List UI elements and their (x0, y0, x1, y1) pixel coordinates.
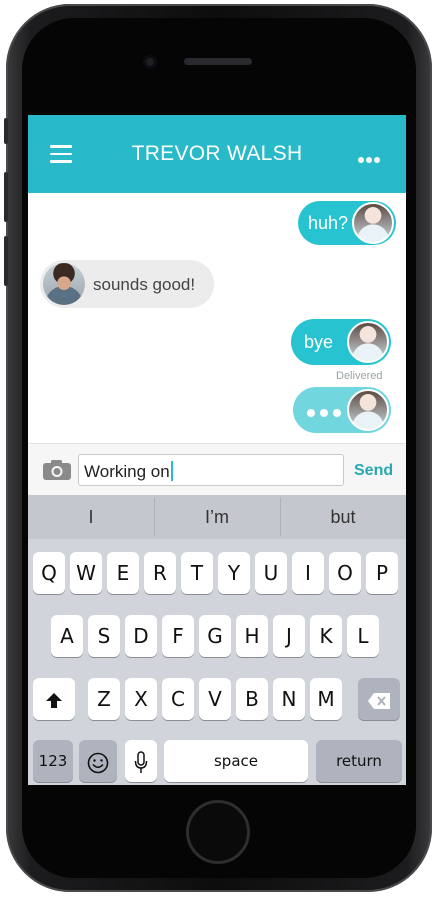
key-x[interactable]: X (125, 678, 157, 720)
avatar (347, 389, 389, 431)
suggestion-1[interactable]: I (28, 507, 154, 528)
key-y[interactable]: Y (218, 552, 250, 594)
avatar (347, 321, 389, 363)
key-r[interactable]: R (144, 552, 176, 594)
message-bubble-outgoing: bye (291, 319, 391, 365)
emoji-icon (87, 752, 109, 773)
backspace-icon (368, 692, 390, 709)
key-t[interactable]: T (181, 552, 213, 594)
message-input-value: Working on (84, 462, 170, 481)
message-text: sounds good! (93, 275, 196, 294)
key-b[interactable]: B (236, 678, 268, 720)
key-i[interactable]: I (292, 552, 324, 594)
key-q[interactable]: Q (33, 552, 65, 594)
typing-indicator (293, 387, 391, 433)
avatar (352, 202, 394, 244)
message-input[interactable]: Working on (78, 454, 344, 486)
message-bubble-incoming: sounds good! (40, 260, 214, 308)
keyboard: I I’m but Q W E R T Y U I O P A S D F G … (28, 495, 406, 785)
key-k[interactable]: K (310, 615, 342, 657)
mute-switch (4, 118, 8, 144)
key-c[interactable]: C (162, 678, 194, 720)
emoji-key[interactable] (79, 740, 117, 782)
delivery-status: Delivered (336, 370, 383, 382)
key-v[interactable]: V (199, 678, 231, 720)
avatar (43, 263, 85, 305)
typing-dots-icon (307, 404, 346, 422)
key-h[interactable]: H (236, 615, 268, 657)
return-key[interactable]: return (316, 740, 402, 782)
chat-thread: huh? sounds good! bye Delivered (28, 193, 406, 443)
shift-key[interactable] (33, 678, 75, 720)
key-f[interactable]: F (162, 615, 194, 657)
shift-arrow-icon (46, 692, 62, 708)
volume-down-button (4, 236, 8, 286)
send-button[interactable]: Send (354, 462, 393, 480)
earpiece-speaker (184, 58, 252, 65)
key-e[interactable]: E (107, 552, 139, 594)
key-a[interactable]: A (51, 615, 83, 657)
composer-bar: Working on Send (28, 443, 406, 496)
key-u[interactable]: U (255, 552, 287, 594)
volume-up-button (4, 172, 8, 222)
key-g[interactable]: G (199, 615, 231, 657)
key-z[interactable]: Z (88, 678, 120, 720)
home-button[interactable] (186, 800, 250, 864)
key-m[interactable]: M (310, 678, 342, 720)
numbers-key[interactable]: 123 (33, 740, 73, 782)
message-bubble-outgoing: huh? (298, 201, 396, 245)
key-p[interactable]: P (366, 552, 398, 594)
suggestion-3[interactable]: but (280, 507, 406, 528)
microphone-icon (134, 750, 148, 773)
suggestion-bar: I I’m but (28, 495, 406, 539)
top-bar: TREVOR WALSH (28, 115, 406, 193)
space-key[interactable]: space (164, 740, 308, 782)
backspace-key[interactable] (358, 678, 400, 720)
key-s[interactable]: S (88, 615, 120, 657)
key-w[interactable]: W (70, 552, 102, 594)
camera-icon[interactable] (42, 459, 72, 481)
key-d[interactable]: D (125, 615, 157, 657)
dictation-key[interactable] (125, 740, 157, 782)
key-j[interactable]: J (273, 615, 305, 657)
suggestion-2[interactable]: I’m (154, 507, 280, 528)
message-text: bye (304, 332, 334, 352)
conversation-title: TREVOR WALSH (131, 142, 303, 165)
front-camera (143, 55, 157, 69)
text-caret (170, 460, 173, 481)
key-l[interactable]: L (347, 615, 379, 657)
key-o[interactable]: O (329, 552, 361, 594)
message-text: huh? (308, 213, 349, 233)
more-dots-icon[interactable] (358, 150, 382, 163)
screen: TREVOR WALSH huh? sounds good! bye Deliv… (28, 115, 406, 785)
key-n[interactable]: N (273, 678, 305, 720)
